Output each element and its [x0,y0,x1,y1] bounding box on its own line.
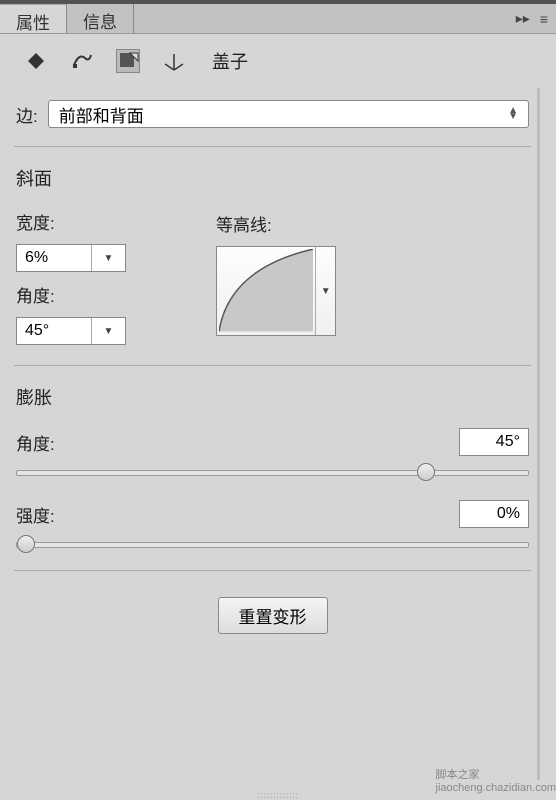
bevel-angle-combo[interactable]: ▼ [16,317,126,345]
watermark-title: 脚本之家 [436,766,556,782]
edge-select[interactable]: 前部和背面 ▲▼ [48,100,529,128]
slider-thumb[interactable] [17,535,35,553]
dropdown-icon[interactable]: ▼ [91,245,125,271]
slider-track [16,542,529,548]
contour-picker[interactable]: ▼ [216,246,336,336]
watermark-url: jiaocheng.chazidian.com [436,782,556,794]
deform-icon[interactable] [70,49,94,73]
coordinates-icon[interactable] [162,49,186,73]
tab-bar: 属性 信息 ▸▸ ≡ [0,4,556,34]
cap-icon[interactable] [116,49,140,73]
inflate-angle-value[interactable]: 45° [459,428,529,456]
divider [14,146,531,147]
divider [14,570,531,571]
watermark: 脚本之家 jiaocheng.chazidian.com [436,766,556,794]
slider-track [16,470,529,476]
dropdown-icon[interactable]: ▼ [315,247,335,335]
menu-icon[interactable]: ≡ [540,11,548,27]
bevel-width-input[interactable] [17,245,91,271]
slider-thumb[interactable] [417,463,435,481]
inflate-angle-slider[interactable] [16,462,529,482]
divider [14,365,531,366]
inflate-strength-label: 强度: [16,502,55,527]
collapse-icon[interactable]: ▸▸ [516,10,530,27]
dropdown-icon[interactable]: ▼ [91,318,125,344]
properties-panel: 属性 信息 ▸▸ ≡ 盖子 边: 前部和背面 ▲▼ [0,0,556,800]
contour-label: 等高线: [216,211,336,236]
edge-label: 边: [16,102,38,127]
inflate-strength-value[interactable]: 0% [459,500,529,528]
inflate-angle-label: 角度: [16,430,55,455]
tab-info[interactable]: 信息 [67,4,134,33]
updown-icon: ▲▼ [508,108,518,120]
bevel-title: 斜面 [16,165,529,191]
bevel-section: 宽度: ▼ 角度: ▼ 等高线: [16,209,529,345]
panel-menu: ▸▸ ≡ [516,4,556,33]
bevel-angle-input[interactable] [17,318,91,344]
inflate-strength-row: 强度: 0% [16,500,529,528]
inflate-title: 膨胀 [16,384,529,410]
inflate-angle-row: 角度: 45° [16,428,529,456]
edge-row: 边: 前部和背面 ▲▼ [16,100,529,128]
reset-deform-button[interactable]: 重置变形 [218,597,328,634]
tab-properties[interactable]: 属性 [0,4,67,33]
inflate-strength-slider[interactable] [16,534,529,554]
mesh-icon[interactable] [24,49,48,73]
edge-select-value: 前部和背面 [59,102,144,127]
bevel-width-label: 宽度: [16,209,126,234]
bevel-width-combo[interactable]: ▼ [16,244,126,272]
contour-preview [217,247,315,335]
toolbar-label: 盖子 [212,48,248,74]
content-area: 边: 前部和背面 ▲▼ 斜面 宽度: ▼ 角度: ▼ [0,82,556,790]
bevel-angle-label: 角度: [16,282,126,307]
toolbar: 盖子 [0,34,556,82]
